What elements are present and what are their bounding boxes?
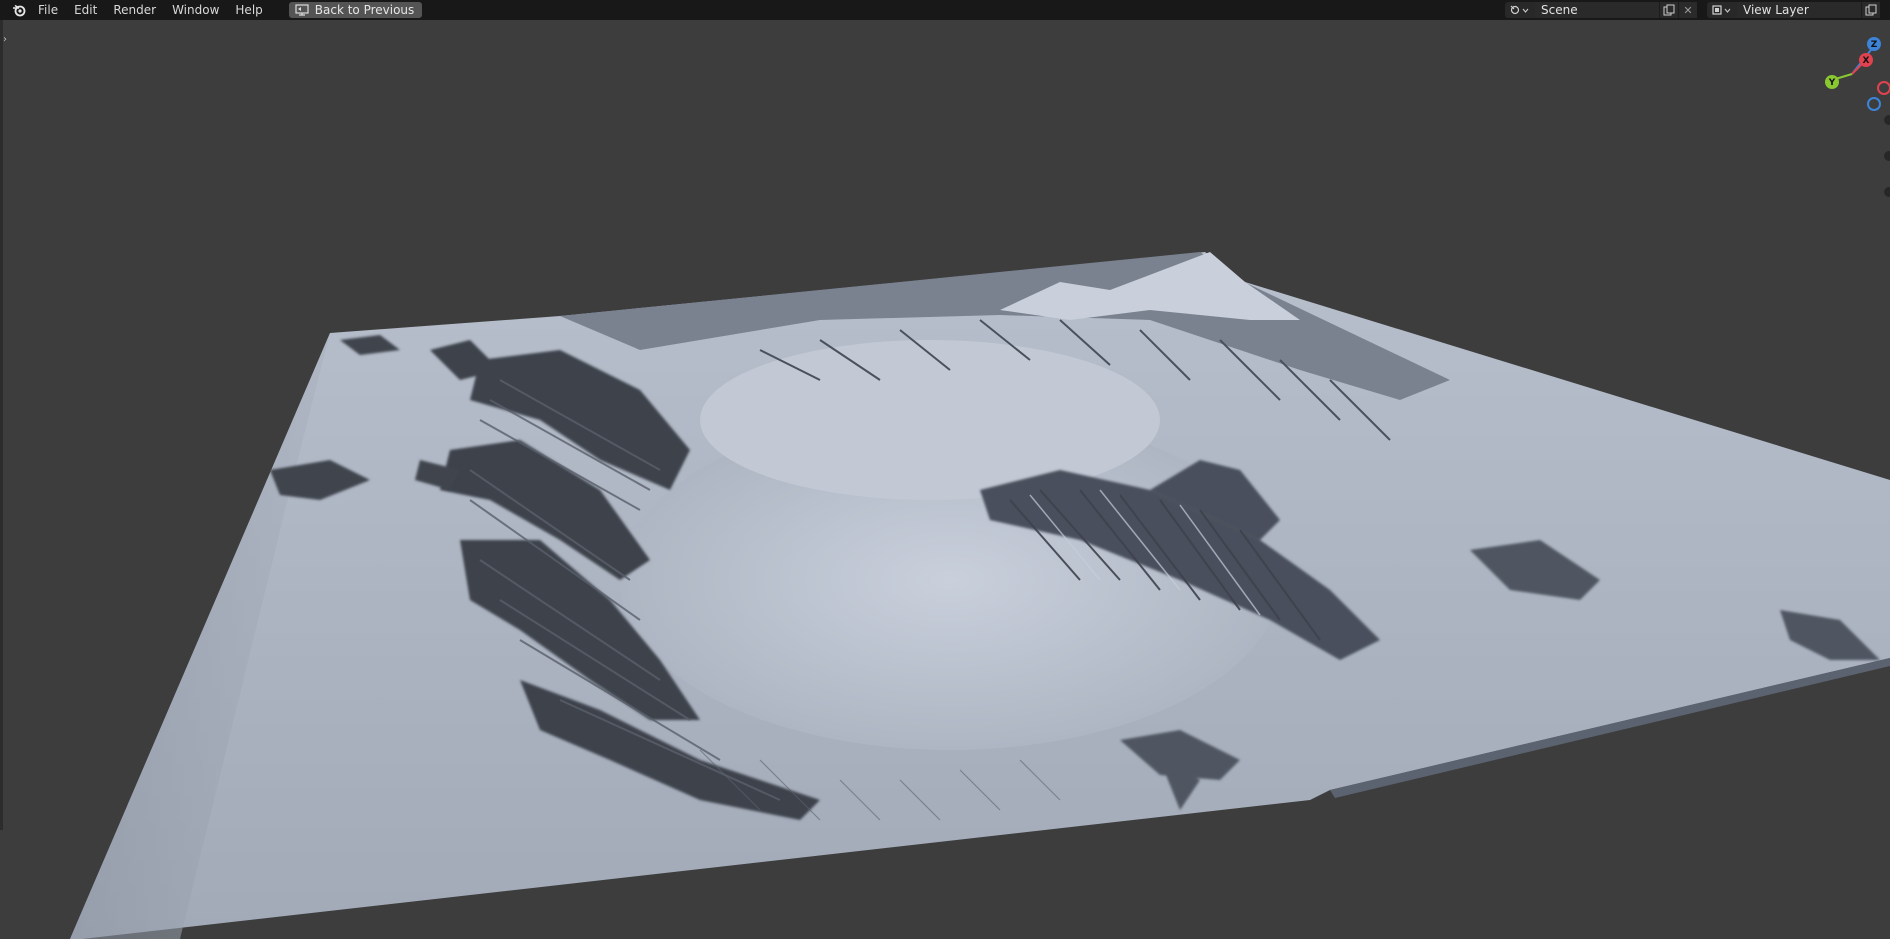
delete-scene-icon[interactable]: ✕ bbox=[1678, 2, 1697, 18]
3d-viewport[interactable]: › Z X Y bbox=[0, 20, 1890, 939]
back-to-previous-label: Back to Previous bbox=[314, 3, 415, 17]
pan-button[interactable] bbox=[1884, 151, 1890, 161]
menu-render[interactable]: Render bbox=[105, 0, 164, 20]
gizmo-y-label: Y bbox=[1828, 78, 1836, 88]
scene-name-field[interactable]: Scene bbox=[1535, 2, 1659, 18]
scene-selector[interactable]: Scene ✕ bbox=[1505, 2, 1697, 18]
new-view-layer-icon[interactable] bbox=[1861, 2, 1880, 18]
scene-browse-icon[interactable] bbox=[1505, 2, 1535, 18]
menu-help[interactable]: Help bbox=[227, 0, 270, 20]
terrain-mesh[interactable] bbox=[0, 20, 1890, 939]
view-layer-name-field[interactable]: View Layer bbox=[1737, 2, 1861, 18]
gizmo-neg-x-axis[interactable] bbox=[1877, 81, 1890, 95]
screen-back-icon bbox=[295, 4, 309, 16]
camera-view-button[interactable] bbox=[1884, 187, 1890, 197]
gizmo-z-label: Z bbox=[1871, 40, 1878, 50]
zoom-button[interactable] bbox=[1884, 115, 1890, 125]
gizmo-neg-z-axis[interactable] bbox=[1867, 97, 1881, 111]
gizmo-x-label: X bbox=[1863, 56, 1870, 66]
menu-window[interactable]: Window bbox=[164, 0, 227, 20]
blender-logo-icon[interactable] bbox=[8, 0, 30, 20]
back-to-previous-button[interactable]: Back to Previous bbox=[288, 2, 423, 18]
view-layer-browse-icon[interactable] bbox=[1707, 2, 1737, 18]
top-bar: File Edit Render Window Help Back to Pre… bbox=[0, 0, 1890, 20]
viewport-side-buttons bbox=[1884, 115, 1890, 235]
view-layer-selector[interactable]: View Layer bbox=[1707, 2, 1880, 18]
new-scene-icon[interactable] bbox=[1659, 2, 1678, 18]
header-right-controls: Scene ✕ View Layer bbox=[1505, 0, 1890, 20]
navigation-gizmo[interactable]: Z X Y bbox=[1820, 30, 1890, 120]
menu-file[interactable]: File bbox=[30, 0, 66, 20]
menu-edit[interactable]: Edit bbox=[66, 0, 105, 20]
